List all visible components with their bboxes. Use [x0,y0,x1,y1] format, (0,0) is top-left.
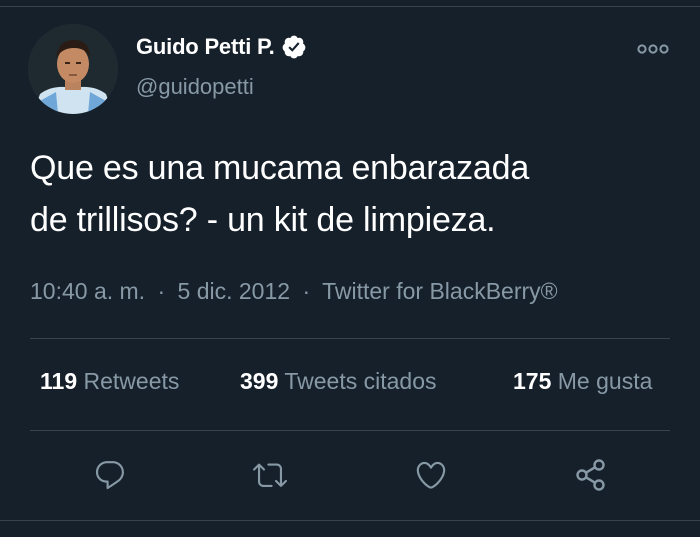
retweets-count: 119 [40,368,78,394]
avatar-image [28,24,118,114]
stats-top-divider [30,338,670,339]
likes-label: Me gusta [557,368,653,394]
share-icon[interactable] [568,452,614,498]
top-divider [0,6,700,7]
retweet-icon[interactable] [247,452,293,498]
likes-stat[interactable]: 175 Me gusta [513,368,652,395]
retweets-stat[interactable]: 119 Retweets [40,368,179,395]
tweet-text: Que es una mucama enbarazada de trilliso… [30,142,680,246]
tweet-metadata: 10:40 a. m. · 5 dic. 2012 · Twitter for … [30,278,558,305]
tweet-actions [0,452,700,498]
tweet-source[interactable]: Twitter for BlackBerry® [322,278,558,304]
bottom-divider [0,520,700,521]
quotes-label: Tweets citados [284,368,437,394]
tweet-date[interactable]: 5 dic. 2012 [178,278,291,304]
quotes-stat[interactable]: 399 Tweets citados [240,368,437,395]
meta-separator: · [302,278,311,304]
avatar[interactable] [28,24,118,114]
likes-count: 175 [513,368,552,394]
like-icon[interactable] [408,452,454,498]
stats-bottom-divider [30,430,670,431]
quotes-count: 399 [240,368,279,394]
verified-badge-icon [281,34,307,60]
retweets-label: Retweets [83,368,180,394]
tweet-text-line: de trillisos? - un kit de limpieza. [30,201,496,239]
meta-separator: · [157,278,166,304]
reply-icon[interactable] [87,452,133,498]
tweet-text-line: Que es una mucama enbarazada [30,149,530,187]
author-name-row[interactable]: Guido Petti P. [136,34,307,60]
author-handle[interactable]: @guidopetti [136,74,254,100]
more-options-icon[interactable] [636,38,670,60]
author-display-name[interactable]: Guido Petti P. [136,34,275,60]
tweet-time[interactable]: 10:40 a. m. [30,278,145,304]
